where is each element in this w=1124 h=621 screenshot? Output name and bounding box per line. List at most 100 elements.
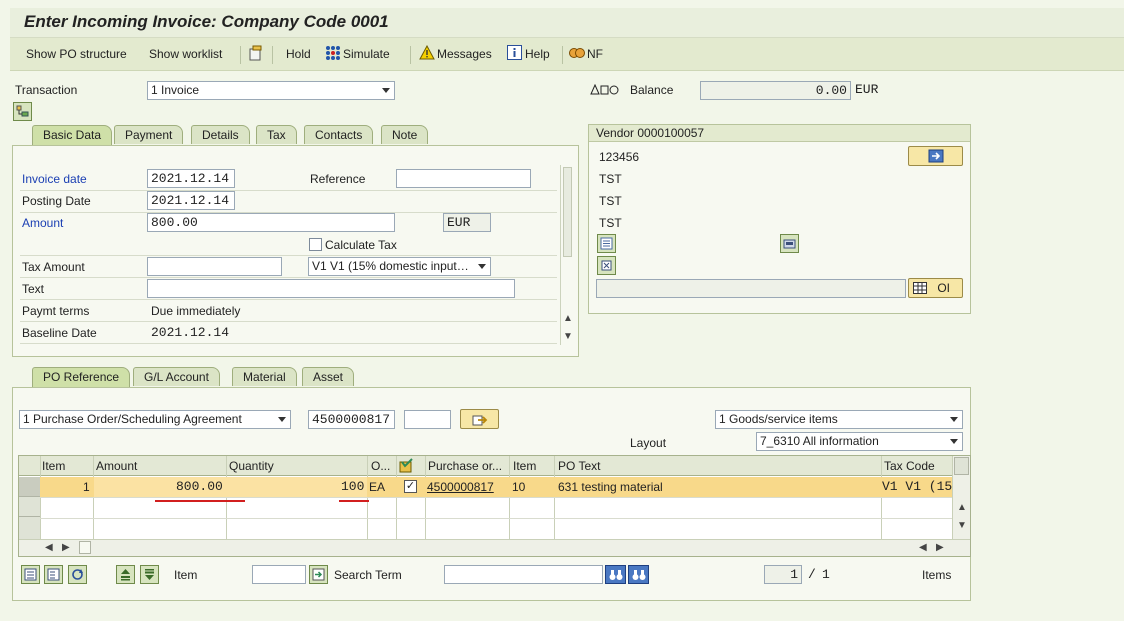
grid-vertical-scrollbar[interactable]: ▲ ▼ bbox=[952, 456, 970, 540]
tab-po-reference[interactable]: PO Reference bbox=[32, 367, 131, 387]
po-number-field[interactable]: 4500000817 bbox=[308, 410, 395, 429]
posting-date-field[interactable]: 2021.12.14 bbox=[147, 191, 235, 210]
chevron-down-icon bbox=[478, 264, 486, 269]
list-icon bbox=[600, 237, 613, 250]
nf-button[interactable]: NF bbox=[587, 47, 603, 61]
col-tax-code-header[interactable]: Tax Code bbox=[884, 459, 935, 473]
col-item-header[interactable]: Item bbox=[42, 459, 65, 473]
open-items-button[interactable]: OI bbox=[908, 278, 963, 298]
col-po-header[interactable]: Purchase or... bbox=[428, 459, 502, 473]
nf-icon[interactable] bbox=[569, 45, 587, 64]
vendor-oi-field bbox=[596, 279, 906, 298]
row-tax-code[interactable]: V1 V1 (15 bbox=[882, 479, 952, 494]
go-to-item-button[interactable] bbox=[309, 565, 328, 584]
tab-gl-account[interactable]: G/L Account bbox=[133, 367, 220, 386]
balance-label: Balance bbox=[630, 83, 674, 97]
find-next-button[interactable] bbox=[628, 565, 649, 584]
row-amount[interactable]: 800.00 bbox=[176, 479, 223, 494]
search-term-label: Search Term bbox=[334, 568, 402, 582]
tax-code-select[interactable]: V1 V1 (15% domestic input… bbox=[308, 257, 491, 276]
col-amount-header[interactable]: Amount bbox=[96, 459, 137, 473]
baseline-date-value: 2021.12.14 bbox=[151, 325, 230, 340]
tab-asset[interactable]: Asset bbox=[302, 367, 355, 386]
amount-field[interactable]: 800.00 bbox=[147, 213, 395, 232]
row-divider bbox=[20, 277, 557, 278]
balance-status-icon bbox=[590, 83, 620, 99]
transaction-label: Transaction bbox=[15, 83, 78, 97]
amount-currency-field: EUR bbox=[443, 213, 491, 232]
row-select-checkbox[interactable]: ✓ bbox=[404, 480, 417, 493]
col-po-item-header[interactable]: Item bbox=[513, 459, 536, 473]
tax-code-value: V1 V1 (15% domestic input… bbox=[312, 259, 469, 273]
col-po-text-header[interactable]: PO Text bbox=[558, 459, 600, 473]
scroll-left-icon[interactable]: ◀ bbox=[45, 542, 53, 553]
page-current-field[interactable]: 1 bbox=[764, 565, 802, 584]
select-all-rows-button[interactable] bbox=[21, 565, 40, 584]
deselect-all-icon bbox=[47, 568, 60, 581]
simulate-button[interactable]: Simulate bbox=[343, 47, 390, 61]
help-button[interactable]: Help bbox=[525, 47, 550, 61]
sort-descending-button[interactable] bbox=[140, 565, 159, 584]
invoice-date-field[interactable]: 2021.12.14 bbox=[147, 169, 235, 188]
scroll-up-icon[interactable]: ▲ bbox=[957, 502, 967, 513]
help-icon[interactable] bbox=[507, 45, 522, 63]
tax-amount-field[interactable] bbox=[147, 257, 282, 276]
expand-header-button[interactable] bbox=[13, 102, 32, 121]
select-all-icon[interactable] bbox=[399, 458, 414, 476]
show-worklist-button[interactable]: Show worklist bbox=[149, 47, 222, 61]
col-quantity-header[interactable]: Quantity bbox=[229, 459, 274, 473]
scroll-right-icon[interactable]: ▶ bbox=[62, 542, 70, 553]
scroll-down-icon[interactable]: ▼ bbox=[957, 520, 967, 531]
balance-currency: EUR bbox=[855, 82, 879, 97]
text-field[interactable] bbox=[147, 279, 515, 298]
tree-icon bbox=[16, 105, 29, 117]
apply-po-button[interactable] bbox=[460, 409, 499, 429]
vendor-details-button[interactable] bbox=[597, 234, 616, 253]
tab-payment[interactable]: Payment bbox=[114, 125, 184, 144]
go-to-icon bbox=[312, 568, 325, 581]
transaction-select[interactable]: 1 Invoice bbox=[147, 81, 395, 100]
reference-field[interactable] bbox=[396, 169, 531, 188]
calculate-tax-checkbox[interactable] bbox=[309, 238, 322, 251]
vendor-bank-button[interactable] bbox=[780, 234, 799, 253]
row-selector-column[interactable] bbox=[19, 477, 40, 539]
messages-button[interactable]: Messages bbox=[437, 47, 492, 61]
row-quantity[interactable]: 100 bbox=[341, 479, 364, 494]
vendor-trash-button[interactable] bbox=[597, 256, 616, 275]
layout-select[interactable]: 7_6310 All information bbox=[756, 432, 963, 451]
find-button[interactable] bbox=[605, 565, 626, 584]
simulate-icon[interactable] bbox=[325, 45, 341, 64]
tab-material[interactable]: Material bbox=[232, 367, 297, 386]
invoice-date-label: Invoice date bbox=[22, 172, 87, 186]
tab-basic-data[interactable]: Basic Data bbox=[32, 125, 113, 145]
grid-col-divider bbox=[226, 456, 227, 540]
vertical-scrollbar[interactable]: ▲ ▼ bbox=[560, 165, 574, 345]
col-unit-header[interactable]: O... bbox=[371, 459, 390, 473]
sort-ascending-button[interactable] bbox=[116, 565, 135, 584]
doc-type-select[interactable]: 1 Purchase Order/Scheduling Agreement bbox=[19, 410, 291, 429]
grid-horizontal-scrollbar[interactable]: ◀ ▶ ◀ ▶ bbox=[19, 539, 970, 556]
item-search-field[interactable] bbox=[252, 565, 306, 584]
refresh-button[interactable] bbox=[68, 565, 87, 584]
row-po-link[interactable]: 4500000817 bbox=[427, 480, 494, 494]
tab-details[interactable]: Details bbox=[191, 125, 250, 144]
delete-icon bbox=[601, 260, 612, 271]
row-divider bbox=[20, 299, 557, 300]
search-term-field[interactable] bbox=[444, 565, 603, 584]
vendor-change-button[interactable] bbox=[908, 146, 963, 166]
reference-label: Reference bbox=[310, 172, 366, 186]
warning-icon[interactable] bbox=[419, 44, 435, 63]
items-type-select[interactable]: 1 Goods/service items bbox=[715, 410, 963, 429]
show-po-structure-button[interactable]: Show PO structure bbox=[26, 47, 127, 61]
deselect-all-rows-button[interactable] bbox=[44, 565, 63, 584]
scroll-right-end-icon[interactable]: ▶ bbox=[936, 542, 944, 553]
hold-button[interactable]: Hold bbox=[286, 47, 311, 61]
scroll-up-icon[interactable]: ▲ bbox=[563, 313, 573, 324]
tab-tax[interactable]: Tax bbox=[256, 125, 297, 144]
tab-note[interactable]: Note bbox=[381, 125, 429, 144]
scroll-down-icon[interactable]: ▼ bbox=[563, 331, 573, 342]
po-item-field[interactable] bbox=[404, 410, 451, 429]
tab-contacts[interactable]: Contacts bbox=[304, 125, 374, 144]
scroll-left-end-icon[interactable]: ◀ bbox=[919, 542, 927, 553]
copy-icon[interactable] bbox=[248, 45, 264, 64]
